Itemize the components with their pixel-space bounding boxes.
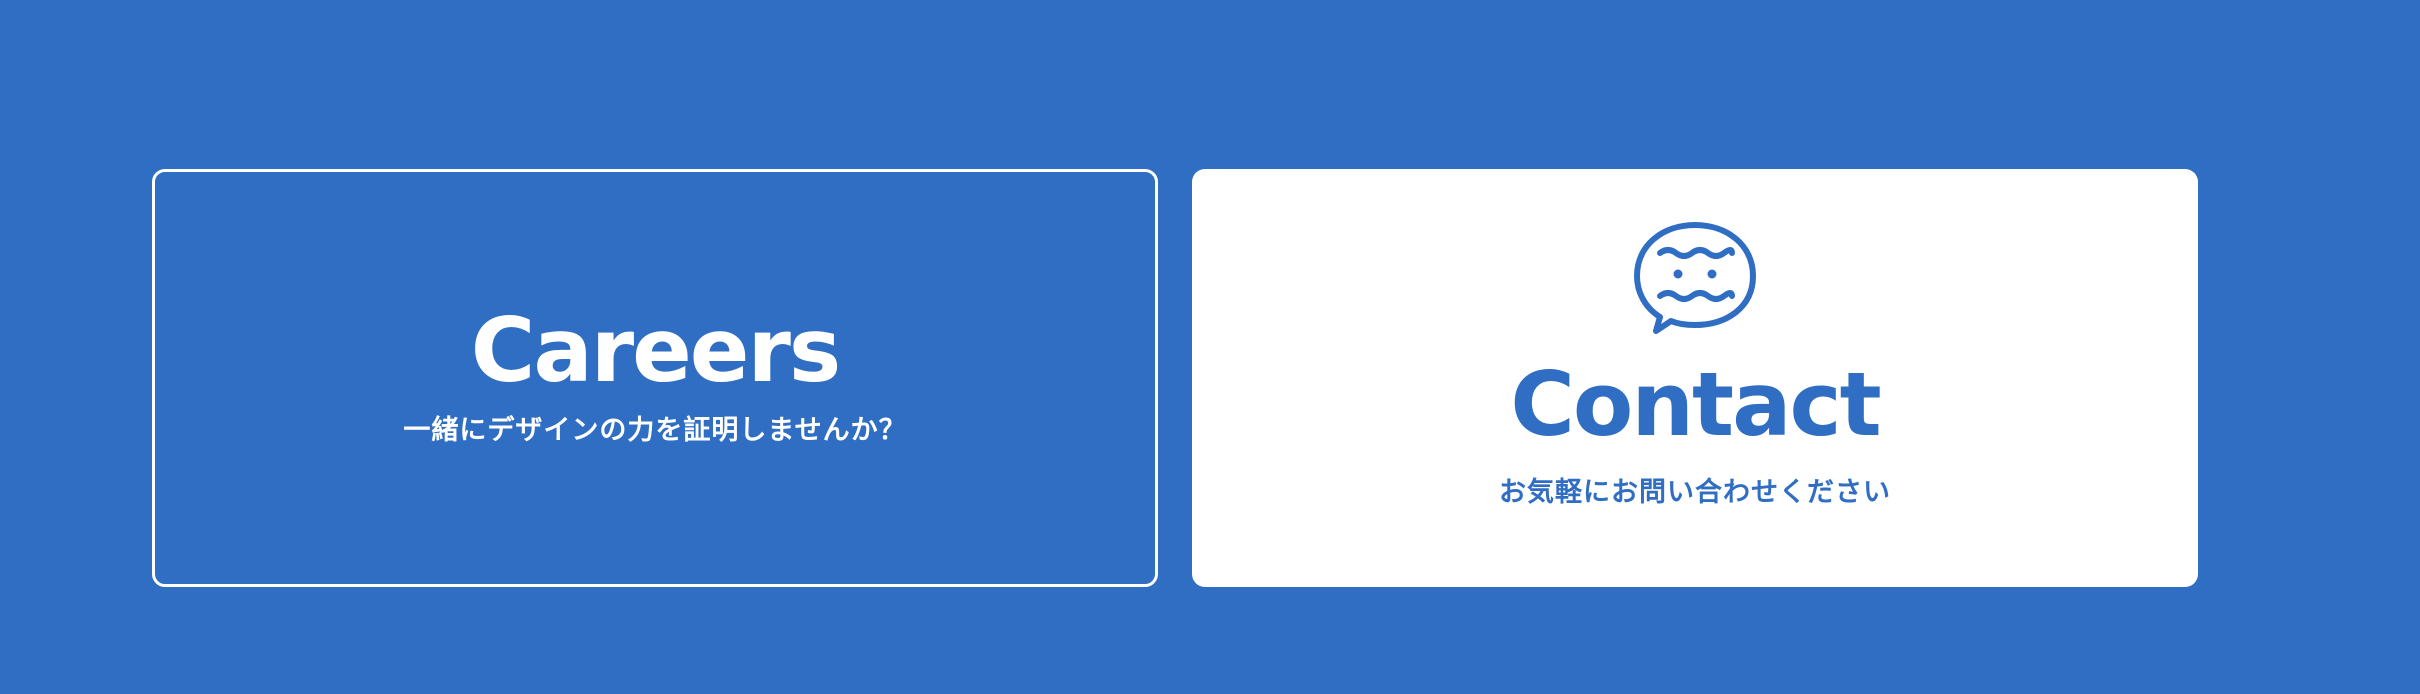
chat-bubble-face-icon [1634,222,1756,334]
careers-card[interactable]: Careers 一緒にデザインの力を証明しませんか？ [152,169,1158,587]
careers-subtitle: 一緒にデザインの力を証明しませんか？ [403,414,907,446]
cta-section: Careers 一緒にデザインの力を証明しませんか？ Contact お気軽にお… [0,0,2420,694]
careers-title: Careers [470,298,842,402]
contact-card[interactable]: Contact お気軽にお問い合わせください [1192,169,2198,587]
contact-subtitle: お気軽にお問い合わせください [1499,477,1891,508]
contact-title: Contact [1510,353,1881,456]
